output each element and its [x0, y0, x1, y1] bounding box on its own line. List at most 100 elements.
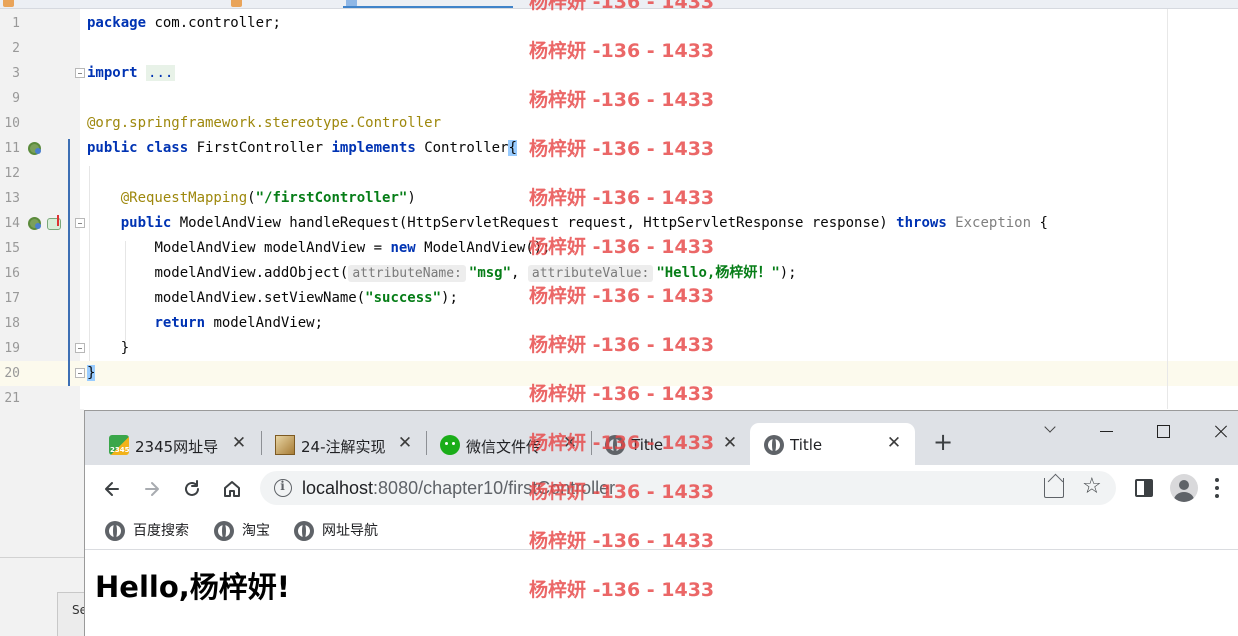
file-icon	[231, 0, 242, 7]
side-panel-icon[interactable]	[1135, 479, 1153, 497]
folded-imports[interactable]: ...	[146, 65, 176, 81]
forward-arrow-icon[interactable]	[138, 475, 166, 503]
editor-tab-active[interactable]	[343, 0, 513, 8]
spring-bean-icon[interactable]	[28, 142, 41, 155]
code-line: @RequestMapping("/firstController")	[87, 190, 416, 207]
site-info-icon[interactable]	[274, 479, 292, 497]
spring-bean-icon[interactable]	[28, 217, 41, 230]
code-line: public class FirstController implements …	[87, 140, 517, 157]
code-text: ModelAndView();	[415, 240, 551, 256]
line-number: 9	[12, 91, 20, 106]
code-line: @org.springframework.stereotype.Controll…	[87, 115, 441, 132]
paren: )	[407, 190, 416, 206]
close-tab-icon[interactable]: ✕	[561, 434, 579, 452]
more-menu-icon[interactable]	[1215, 478, 1219, 498]
brace: {	[1031, 215, 1048, 231]
globe-icon	[214, 521, 234, 541]
editor-tab-strip[interactable]	[0, 0, 1238, 9]
globe-icon	[294, 521, 314, 541]
url-text[interactable]: localhost:8080/chapter10/firstController	[302, 478, 615, 499]
browser-tab[interactable]: 24-注解实现 ✕	[261, 423, 426, 465]
browser-tab-label: 2345网址导	[135, 438, 219, 456]
keyword: new	[390, 240, 416, 256]
brace: {	[508, 140, 517, 156]
editor-tab[interactable]	[228, 0, 338, 8]
address-bar[interactable]: localhost:8080/chapter10/firstController…	[260, 471, 1116, 505]
tab-search-chevron-icon[interactable]	[1042, 421, 1060, 439]
browser-tab[interactable]: 2345 2345网址导 ✕	[95, 423, 260, 465]
line-number: 10	[4, 116, 20, 131]
file-icon	[3, 0, 14, 7]
share-icon[interactable]	[1044, 478, 1064, 498]
2345-favicon: 2345	[109, 435, 129, 455]
line-number: 21	[4, 391, 20, 406]
keyword: return	[154, 315, 206, 331]
keyword: package	[87, 15, 147, 31]
bookmark-item[interactable]: 百度搜索	[105, 519, 189, 543]
image-favicon	[275, 435, 295, 455]
line-number: 17	[4, 291, 20, 306]
browser-toolbar: localhost:8080/chapter10/firstController…	[85, 465, 1238, 513]
maximize-icon[interactable]	[1151, 422, 1175, 442]
bottom-tool-tab[interactable]: Se	[57, 592, 87, 636]
bookmark-star-icon[interactable]: ☆	[1082, 474, 1102, 500]
fold-toggle[interactable]	[75, 68, 85, 78]
parameter-hint: attributeName:	[348, 265, 466, 282]
url-host: localhost	[302, 478, 374, 498]
line-number: 2	[12, 41, 20, 56]
fold-toggle[interactable]	[75, 343, 85, 353]
panel-divider	[0, 557, 84, 558]
close-tab-icon[interactable]: ✕	[721, 434, 739, 452]
browser-tab-label: 微信文件传	[466, 438, 542, 456]
line-number: 12	[4, 166, 20, 181]
code-line: }	[87, 340, 129, 357]
wechat-favicon	[440, 435, 460, 455]
code-line: package com.controller;	[87, 15, 281, 32]
code-text: com.controller;	[146, 15, 281, 31]
keyword: throws	[896, 215, 947, 231]
home-icon[interactable]	[218, 475, 246, 503]
browser-tab-active[interactable]: Title ✕	[750, 423, 915, 465]
bookmark-item[interactable]: 网址导航	[294, 519, 378, 543]
implements-method-icon[interactable]	[47, 215, 61, 230]
back-arrow-icon[interactable]	[98, 475, 126, 503]
bookmarks-bar: 百度搜索 淘宝 网址导航	[85, 513, 1238, 550]
browser-tab[interactable]: 微信文件传 ✕	[426, 423, 591, 465]
profile-avatar-icon[interactable]	[1170, 474, 1198, 502]
line-number: 13	[4, 191, 20, 206]
code-line: return modelAndView;	[87, 315, 323, 332]
file-icon	[346, 0, 357, 6]
code-line: import ...	[87, 65, 176, 82]
fold-toggle[interactable]	[75, 368, 85, 378]
code-text: );	[441, 290, 458, 306]
browser-tab-label: Title	[631, 436, 664, 454]
string-literal: "/firstController"	[255, 190, 408, 206]
class-name: FirstController	[188, 140, 332, 156]
annotation: @RequestMapping	[120, 190, 248, 206]
close-tab-icon[interactable]: ✕	[396, 434, 414, 452]
minimize-icon[interactable]	[1094, 422, 1118, 442]
browser-tab[interactable]: Title ✕	[591, 423, 751, 465]
fold-toggle[interactable]	[75, 218, 85, 228]
code-editor[interactable]	[80, 9, 1238, 409]
annotation: @org.springframework.stereotype.	[87, 115, 357, 131]
close-tab-icon[interactable]: ✕	[230, 434, 248, 452]
right-margin-guide	[1167, 9, 1168, 409]
editor-tab[interactable]	[0, 0, 80, 8]
new-tab-button[interactable]: +	[932, 430, 954, 454]
keyword: import	[87, 65, 138, 81]
line-number: 16	[4, 266, 20, 281]
keyword: public	[87, 140, 138, 156]
annotation-name: Controller	[356, 115, 442, 131]
globe-icon	[605, 435, 625, 455]
paren: (	[247, 190, 256, 206]
interface-name: Controller	[415, 140, 509, 156]
line-number: 1	[12, 16, 20, 31]
reload-icon[interactable]	[178, 475, 206, 503]
close-tab-icon[interactable]: ✕	[885, 434, 903, 452]
code-text: ModelAndView modelAndView =	[154, 240, 391, 256]
bookmark-item[interactable]: 淘宝	[214, 519, 270, 543]
keyword: public	[120, 215, 172, 231]
code-text: modelAndView;	[205, 315, 324, 331]
close-window-icon[interactable]	[1209, 422, 1233, 442]
